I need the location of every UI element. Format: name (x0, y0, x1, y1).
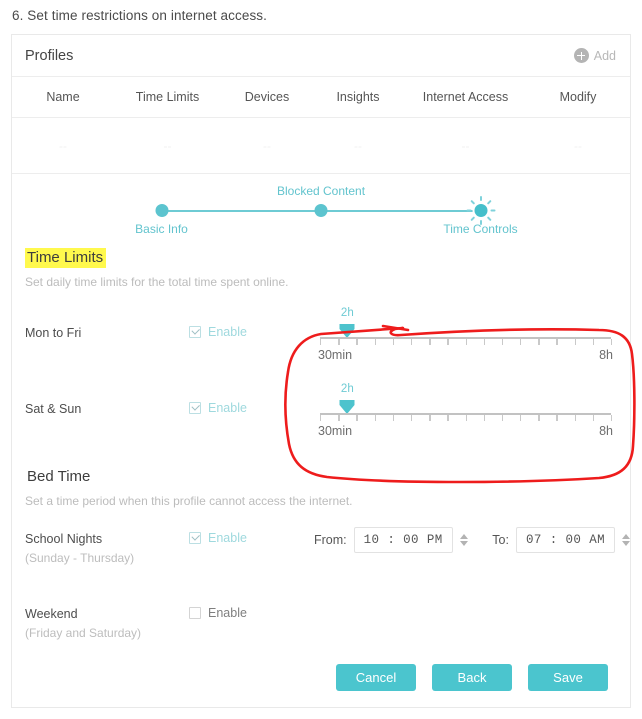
stepper-label-blocked-content: Blocked Content (276, 184, 366, 198)
time-limit-label-weekend: Sat & Sun (25, 402, 82, 416)
time-limit-row-weekend: Sat & Sun Enable 2h 30min 8h (25, 383, 630, 441)
enable-checkbox-school-nights[interactable]: Enable (189, 527, 314, 545)
slider-ticks-weekday (320, 339, 613, 345)
cell-time-limits: -- (163, 138, 172, 153)
slider-value-weekday: 2h (340, 307, 354, 319)
enable-checkbox-weekday[interactable]: Enable (189, 307, 314, 339)
enable-label-weekend-bedtime: Enable (208, 605, 247, 620)
cell-modify: -- (574, 138, 582, 153)
cancel-button[interactable]: Cancel (336, 664, 416, 691)
bed-time-row-school-nights: School Nights (Sunday - Thursday) Enable… (25, 527, 630, 567)
slider-value-weekend: 2h (340, 383, 354, 395)
checkbox-checked-icon (189, 532, 201, 544)
slider-min-label-weekend: 30min (318, 424, 353, 438)
from-label: From: (314, 533, 347, 547)
chevron-down-icon[interactable] (459, 541, 468, 546)
checkbox-checked-icon (189, 402, 201, 414)
stepper-label-time-controls: Time Controls (443, 222, 518, 236)
column-header-internet-access: Internet Access (422, 90, 509, 104)
table-row: -- -- -- -- -- -- (12, 118, 630, 174)
time-limit-label-weekday: Mon to Fri (25, 326, 82, 340)
column-header-time-limits: Time Limits (135, 90, 200, 104)
form-footer: Cancel Back Save (12, 664, 630, 691)
stepper-dot-basic-info[interactable] (155, 204, 168, 217)
add-profile-label: Add (593, 48, 616, 63)
to-time-stepper[interactable] (622, 534, 630, 546)
bed-time-description: Set a time period when this profile cann… (25, 494, 353, 508)
from-time-stepper[interactable] (459, 534, 468, 546)
slider-max-label-weekend: 8h (599, 424, 613, 438)
school-nights-subtitle: (Sunday - Thursday) (25, 550, 135, 565)
enable-checkbox-weekend-limit[interactable]: Enable (189, 383, 314, 415)
bed-time-to-group: To: 07 : 00 AM (492, 527, 630, 553)
checkbox-checked-icon (189, 326, 201, 338)
bed-time-label-weekend: Weekend (Friday and Saturday) (25, 602, 189, 642)
stepper-dot-blocked-content[interactable] (314, 204, 328, 217)
step-instruction: 6. Set time restrictions on internet acc… (12, 8, 268, 23)
to-time-input[interactable]: 07 : 00 AM (515, 527, 615, 553)
from-time-input[interactable]: 10 : 00 PM (353, 527, 453, 553)
chevron-down-icon[interactable] (622, 541, 630, 546)
cell-name: -- (59, 138, 67, 153)
add-profile-button[interactable]: Add (573, 48, 616, 63)
profiles-header: Profiles Add (12, 35, 630, 77)
enable-label-weekend-limit: Enable (208, 401, 247, 415)
stepper-dot-time-controls[interactable] (474, 204, 487, 217)
column-header-modify: Modify (559, 90, 597, 104)
slider-max-label-weekday: 8h (599, 348, 613, 362)
enable-label-weekday: Enable (208, 325, 247, 339)
column-header-name: Name (46, 90, 80, 104)
circle-plus-icon (573, 48, 589, 63)
bed-time-label-school-nights: School Nights (Sunday - Thursday) (25, 527, 189, 567)
bed-time-heading: Bed Time (27, 468, 91, 485)
weekend-subtitle: (Friday and Saturday) (25, 625, 142, 640)
enable-checkbox-weekend-bedtime[interactable]: Enable (189, 602, 314, 620)
chevron-up-icon[interactable] (622, 534, 630, 539)
slider-ticks-weekend (320, 415, 613, 421)
time-limits-description: Set daily time limits for the total time… (25, 275, 289, 289)
bed-time-from-group: From: 10 : 00 PM (314, 527, 468, 553)
checkbox-unchecked-icon (189, 606, 201, 619)
back-button[interactable]: Back (432, 664, 512, 691)
wizard-stepper: Basic Info Blocked Content Time Controls (12, 174, 630, 248)
enable-label-school-nights: Enable (208, 531, 247, 545)
stepper-label-basic-info: Basic Info (135, 222, 188, 236)
chevron-up-icon[interactable] (459, 534, 468, 539)
bed-time-section: Bed Time Set a time period when this pro… (12, 467, 630, 642)
time-limit-slider-weekend[interactable]: 2h 30min 8h (314, 383, 617, 439)
time-limit-row-weekday: Mon to Fri Enable 2h 30min 8h (25, 307, 630, 365)
bed-time-row-weekend: Weekend (Friday and Saturday) Enable (25, 602, 630, 642)
column-header-insights: Insights (336, 90, 380, 104)
time-limit-slider-weekday[interactable]: 2h 30min 8h (314, 307, 617, 363)
slider-min-label-weekday: 30min (318, 348, 353, 362)
save-button[interactable]: Save (528, 664, 608, 691)
to-label: To: (492, 533, 509, 547)
cell-internet-access: -- (461, 138, 470, 153)
cell-insights: -- (354, 138, 362, 153)
profiles-title: Profiles (25, 47, 74, 64)
profiles-card: Profiles Add Name Time Limits Devices In… (11, 34, 631, 708)
weekend-title: Weekend (25, 606, 78, 621)
column-header-devices: Devices (244, 90, 290, 104)
time-limits-section: Time Limits Set daily time limits for th… (12, 248, 630, 441)
table-header-row: Name Time Limits Devices Insights Intern… (12, 77, 630, 118)
time-limits-heading: Time Limits (25, 248, 107, 268)
school-nights-title: School Nights (25, 532, 103, 546)
cell-devices: -- (263, 138, 271, 153)
profiles-table: Name Time Limits Devices Insights Intern… (12, 77, 630, 174)
